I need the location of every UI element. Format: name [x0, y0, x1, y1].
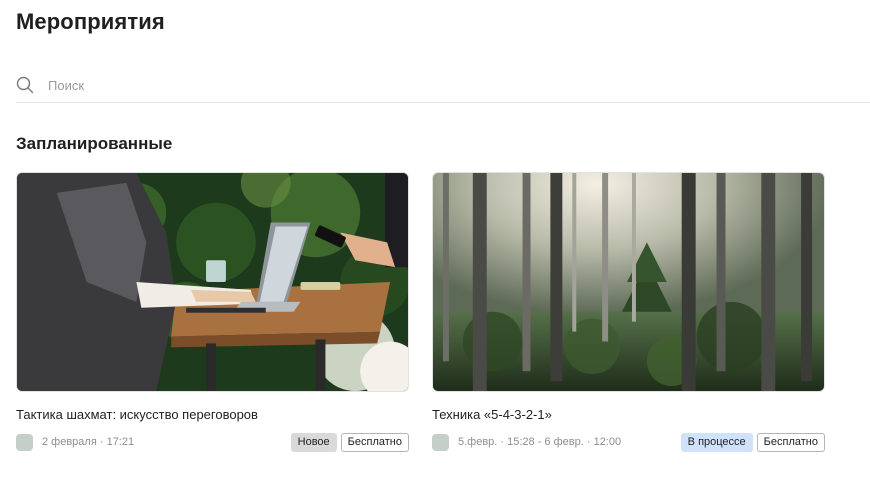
search-icon[interactable] — [16, 76, 34, 94]
avatar — [432, 433, 449, 451]
event-badges: В процессе Бесплатно — [680, 432, 825, 452]
page-title: Мероприятия — [16, 9, 165, 34]
event-title[interactable]: Техника «5-4-3-2-1» — [432, 407, 825, 422]
event-title[interactable]: Тактика шахмат: искусство переговоров — [16, 407, 409, 422]
event-card[interactable]: Техника «5-4-3-2-1» 5.февр. · 15:28 - 6 … — [432, 172, 825, 452]
search-bar[interactable] — [16, 70, 870, 103]
avatar — [16, 433, 33, 451]
price-badge-free: Бесплатно — [756, 432, 825, 452]
event-date: 2 февраля · 17:21 — [42, 436, 135, 448]
event-date: 5.февр. · 15:28 - 6 февр. · 12:00 — [458, 436, 622, 448]
event-meta: 5.февр. · 15:28 - 6 февр. · 12:00 В проц… — [432, 432, 825, 452]
event-image-laptop[interactable] — [16, 172, 409, 392]
event-meta: 2 февраля · 17:21 Новое Бесплатно — [16, 432, 409, 452]
section-title: Запланированные — [16, 134, 173, 153]
price-badge-free: Бесплатно — [340, 432, 409, 452]
event-image-forest[interactable] — [432, 172, 825, 392]
event-card[interactable]: Тактика шахмат: искусство переговоров 2 … — [16, 172, 409, 452]
search-input[interactable] — [48, 73, 748, 97]
status-badge-in-progress: В процессе — [680, 432, 753, 452]
status-badge-new: Новое — [290, 432, 337, 452]
event-badges: Новое Бесплатно — [290, 432, 409, 452]
